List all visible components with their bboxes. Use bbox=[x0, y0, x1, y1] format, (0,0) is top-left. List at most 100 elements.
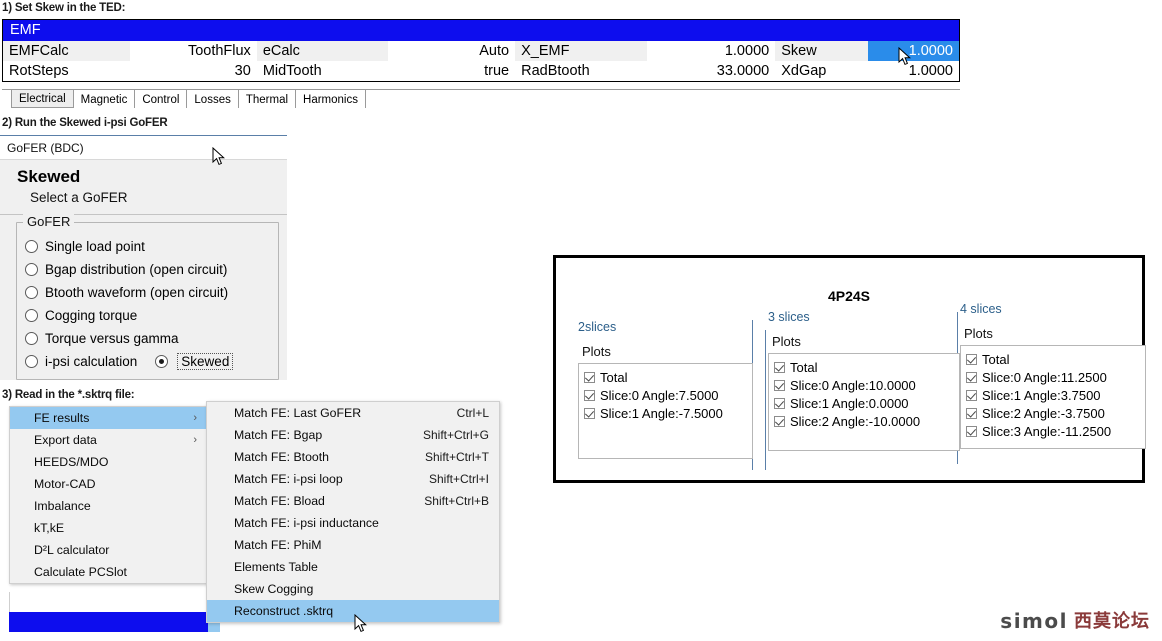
list-item[interactable]: Total bbox=[774, 358, 954, 376]
list-item-label: Total bbox=[790, 359, 818, 375]
ted-label-rotsteps[interactable]: RotSteps bbox=[3, 61, 130, 81]
checkbox-icon[interactable] bbox=[966, 407, 977, 419]
menu-item-motor-cad[interactable]: Motor-CAD bbox=[10, 473, 207, 495]
ted-label-xdgap[interactable]: XdGap bbox=[775, 61, 868, 81]
menu-item-label: Match FE: Btooth bbox=[234, 450, 330, 464]
ted-value-radbtooth[interactable]: 33.0000 bbox=[647, 61, 776, 81]
checkbox-icon[interactable] bbox=[966, 389, 977, 401]
mouse-cursor-skew bbox=[898, 47, 911, 66]
menu-item-fe-results[interactable]: FE results › bbox=[10, 407, 207, 429]
menu-item-reconstruct-sktrq[interactable]: Reconstruct .sktrq bbox=[207, 600, 499, 622]
list-item-label: Slice:0 Angle:11.2500 bbox=[982, 369, 1107, 385]
list-item-label: Slice:0 Angle:7.5000 bbox=[600, 387, 719, 403]
ted-label-emfcalc[interactable]: EMFCalc bbox=[3, 41, 130, 61]
list-item[interactable]: Total bbox=[966, 350, 1140, 368]
radio-skewed-label: Skewed bbox=[177, 353, 234, 370]
checkbox-icon[interactable] bbox=[966, 425, 977, 437]
plots-checklist: Total Slice:0 Angle:10.0000 Slice:1 Angl… bbox=[768, 353, 960, 451]
radio-torque-versus-gamma[interactable]: Torque versus gamma bbox=[25, 327, 278, 350]
menu-item-label: FE results bbox=[34, 411, 90, 425]
checkbox-icon[interactable] bbox=[774, 397, 785, 409]
radio-label: Cogging torque bbox=[45, 308, 138, 323]
ted-label-skew[interactable]: Skew bbox=[775, 41, 868, 61]
menu-item-match-fe-phim[interactable]: Match FE: PhiM bbox=[207, 534, 499, 556]
radio-skewed-group[interactable]: Skewed bbox=[155, 353, 234, 370]
checkbox-icon[interactable] bbox=[584, 389, 595, 401]
menu-item-match-fe-last-gofer[interactable]: Match FE: Last GoFER Ctrl+L bbox=[207, 402, 499, 424]
radio-label: i-psi calculation bbox=[45, 354, 138, 369]
tab-thermal[interactable]: Thermal bbox=[239, 90, 297, 108]
tab-magnetic[interactable]: Magnetic bbox=[74, 90, 136, 108]
list-item[interactable]: Slice:3 Angle:-11.2500 bbox=[966, 422, 1140, 440]
list-item[interactable]: Slice:2 Angle:-3.7500 bbox=[966, 404, 1140, 422]
radio-btooth-waveform[interactable]: Btooth waveform (open circuit) bbox=[25, 281, 278, 304]
ted-label-ecalc[interactable]: eCalc bbox=[256, 41, 389, 61]
tab-losses[interactable]: Losses bbox=[187, 90, 239, 108]
plots-label: Plots bbox=[772, 334, 801, 349]
ted-label-radbtooth[interactable]: RadBtooth bbox=[515, 61, 646, 81]
list-item[interactable]: Total bbox=[584, 368, 747, 386]
checkbox-icon[interactable] bbox=[774, 379, 785, 391]
checkbox-icon[interactable] bbox=[584, 407, 595, 419]
step-3-caption: 3) Read in the *.sktrq file: bbox=[2, 389, 135, 401]
chevron-right-icon: › bbox=[193, 412, 197, 424]
menu-item-match-fe-i-psi-loop[interactable]: Match FE: i-psi loop Shift+Ctrl+I bbox=[207, 468, 499, 490]
radio-label: Btooth waveform (open circuit) bbox=[45, 285, 229, 300]
screen-root: 1) Set Skew in the TED: EMF EMFCalc Toot… bbox=[0, 0, 1162, 641]
gofer-dialog: GoFER (BDC) Skewed Select a GoFER GoFER … bbox=[0, 135, 287, 382]
list-item[interactable]: Slice:1 Angle:0.0000 bbox=[774, 394, 954, 412]
menu-item-skew-cogging[interactable]: Skew Cogging bbox=[207, 578, 499, 600]
checkbox-icon[interactable] bbox=[584, 371, 595, 383]
ted-value-x-emf[interactable]: 1.0000 bbox=[647, 41, 776, 61]
menu-item-calculate-pcslot[interactable]: Calculate PCSlot bbox=[10, 561, 207, 583]
list-item[interactable]: Slice:0 Angle:11.2500 bbox=[966, 368, 1140, 386]
menu-item-match-fe-bload[interactable]: Match FE: Bload Shift+Ctrl+B bbox=[207, 490, 499, 512]
list-item[interactable]: Slice:2 Angle:-10.0000 bbox=[774, 412, 954, 430]
tab-harmonics[interactable]: Harmonics bbox=[296, 90, 366, 108]
ted-value-emfcalc[interactable]: ToothFlux bbox=[130, 41, 257, 61]
list-item[interactable]: Slice:0 Angle:10.0000 bbox=[774, 376, 954, 394]
context-menu-fe-results-submenu: Match FE: Last GoFER Ctrl+L Match FE: Bg… bbox=[206, 401, 500, 623]
menu-item-label: D²L calculator bbox=[34, 543, 110, 557]
menu-item-match-fe-bgap[interactable]: Match FE: Bgap Shift+Ctrl+G bbox=[207, 424, 499, 446]
ted-value-rotsteps[interactable]: 30 bbox=[130, 61, 257, 81]
ted-label-x-emf[interactable]: X_EMF bbox=[515, 41, 647, 61]
tab-electrical[interactable]: Electrical bbox=[11, 90, 74, 108]
menu-item-imbalance[interactable]: Imbalance bbox=[10, 495, 207, 517]
checkbox-icon[interactable] bbox=[774, 361, 785, 373]
menu-item-shortcut: Shift+Ctrl+I bbox=[428, 472, 489, 486]
list-item[interactable]: Slice:1 Angle:3.7500 bbox=[966, 386, 1140, 404]
menu-item-label: Match FE: Bgap bbox=[234, 428, 323, 442]
radio-i-psi-calculation-row[interactable]: i-psi calculation Skewed bbox=[25, 350, 278, 373]
radio-bgap-distribution[interactable]: Bgap distribution (open circuit) bbox=[25, 258, 278, 281]
list-item-label: Slice:2 Angle:-10.0000 bbox=[790, 413, 921, 429]
list-item[interactable]: Slice:0 Angle:7.5000 bbox=[584, 386, 747, 404]
checkbox-icon[interactable] bbox=[774, 415, 785, 427]
menu-item-heeds-mdo[interactable]: HEEDS/MDO bbox=[10, 451, 207, 473]
menu-item-export-data[interactable]: Export data › bbox=[10, 429, 207, 451]
menu-item-d2l-calculator[interactable]: D²L calculator bbox=[10, 539, 207, 561]
menu-item-match-fe-btooth[interactable]: Match FE: Btooth Shift+Ctrl+T bbox=[207, 446, 499, 468]
ted-value-ecalc[interactable]: Auto bbox=[388, 41, 515, 61]
menu-item-match-fe-i-psi-inductance[interactable]: Match FE: i-psi inductance bbox=[207, 512, 499, 534]
ted-value-skew[interactable]: 1.0000 bbox=[868, 41, 959, 61]
menu-item-label: Motor-CAD bbox=[34, 477, 96, 491]
gofer-title: Skewed bbox=[17, 167, 81, 186]
menu-item-elements-table[interactable]: Elements Table bbox=[207, 556, 499, 578]
radio-single-load-point[interactable]: Single load point bbox=[25, 235, 278, 258]
menu-item-label: Match FE: Bload bbox=[234, 494, 325, 508]
list-item-label: Slice:2 Angle:-3.7500 bbox=[982, 405, 1105, 421]
ted-value-midtooth[interactable]: true bbox=[388, 61, 515, 81]
menu-item-label: Elements Table bbox=[234, 560, 318, 574]
checkbox-icon[interactable] bbox=[966, 371, 977, 383]
menu-item-kt-ke[interactable]: kT,kE bbox=[10, 517, 207, 539]
tab-control[interactable]: Control bbox=[135, 90, 188, 108]
radio-cogging-torque[interactable]: Cogging torque bbox=[25, 304, 278, 327]
status-blue-bar bbox=[9, 612, 208, 632]
ted-value-xdgap[interactable]: 1.0000 bbox=[868, 61, 959, 81]
list-item[interactable]: Slice:1 Angle:-7.5000 bbox=[584, 404, 747, 422]
list-item-label: Slice:1 Angle:0.0000 bbox=[790, 395, 909, 411]
ted-label-midtooth[interactable]: MidTooth bbox=[257, 61, 388, 81]
menu-item-shortcut: Shift+Ctrl+B bbox=[424, 494, 489, 508]
checkbox-icon[interactable] bbox=[966, 353, 977, 365]
